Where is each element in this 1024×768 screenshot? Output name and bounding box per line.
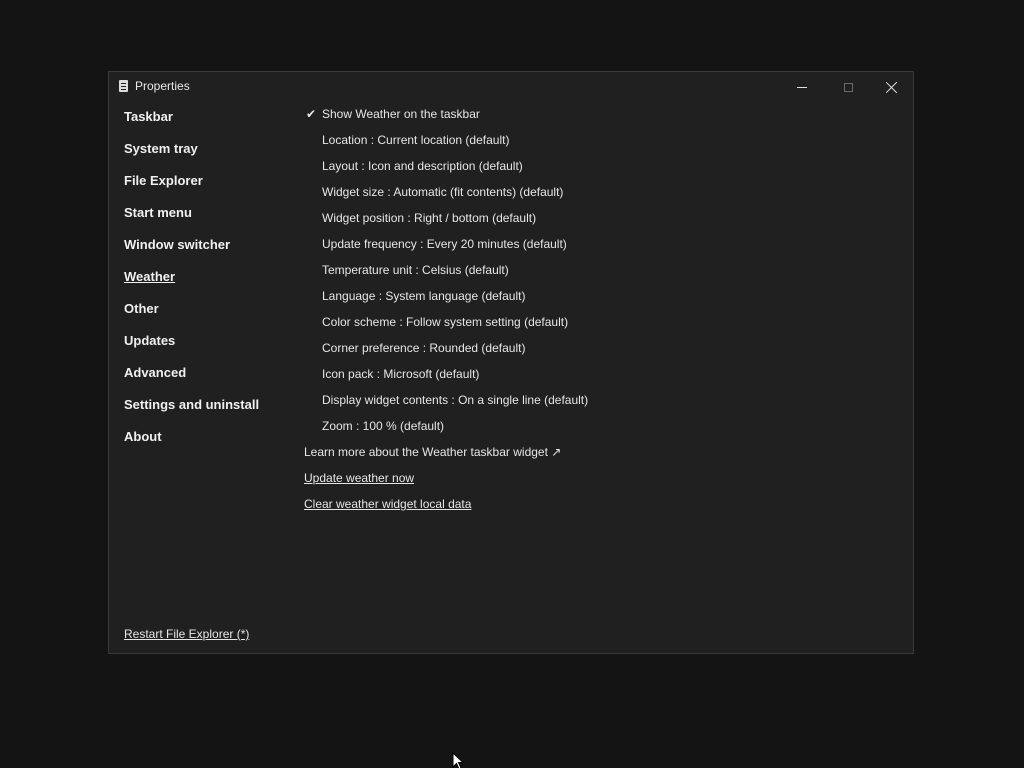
sidebar-item-start-menu[interactable]: Start menu: [124, 204, 294, 236]
sidebar-item-label: Window switcher: [124, 237, 231, 252]
sidebar-item-label: System tray: [124, 141, 198, 156]
update-weather-now-link[interactable]: Update weather now: [304, 470, 884, 496]
link-label: Update weather now: [304, 471, 415, 485]
sidebar-item-taskbar[interactable]: Taskbar: [124, 108, 294, 140]
sidebar-item-label: Settings and uninstall: [124, 397, 260, 412]
sidebar-item-window-switcher[interactable]: Window switcher: [124, 236, 294, 268]
option-label: Show Weather on the taskbar: [322, 107, 480, 121]
maximize-icon: [843, 82, 853, 92]
sidebar-item-label: Updates: [124, 333, 176, 348]
maximize-button[interactable]: [825, 72, 871, 102]
link-label: Clear weather widget local data: [304, 497, 472, 511]
option-zoom[interactable]: Zoom : 100 % (default): [304, 418, 884, 444]
option-label: Layout : Icon and description (default): [322, 159, 523, 173]
option-label: Corner preference : Rounded (default): [322, 341, 526, 355]
option-label: Location : Current location (default): [322, 133, 510, 147]
clear-weather-data-link[interactable]: Clear weather widget local data: [304, 496, 884, 522]
close-button[interactable]: [869, 72, 915, 102]
option-temperature-unit[interactable]: Temperature unit : Celsius (default): [304, 262, 884, 288]
option-label: Widget position : Right / bottom (defaul…: [322, 211, 537, 225]
sidebar-item-label: File Explorer: [124, 173, 203, 188]
sidebar-item-label: Weather: [124, 269, 176, 284]
sidebar-nav: Taskbar System tray File Explorer Start …: [124, 108, 294, 460]
minimize-button[interactable]: [779, 72, 825, 102]
link-label: Learn more about the Weather taskbar wid…: [304, 445, 562, 459]
window-title: Properties: [135, 79, 190, 93]
option-label: Language : System language (default): [322, 289, 526, 303]
sidebar-item-label: Other: [124, 301, 159, 316]
option-color-scheme[interactable]: Color scheme : Follow system setting (de…: [304, 314, 884, 340]
minimize-icon: [797, 86, 807, 88]
checkmark-icon: ✔: [306, 107, 317, 121]
sidebar-item-weather[interactable]: Weather: [124, 268, 294, 300]
sidebar-item-other[interactable]: Other: [124, 300, 294, 332]
sidebar-item-system-tray[interactable]: System tray: [124, 140, 294, 172]
option-corner-preference[interactable]: Corner preference : Rounded (default): [304, 340, 884, 366]
learn-more-link[interactable]: Learn more about the Weather taskbar wid…: [304, 444, 884, 470]
properties-window: Properties Taskbar System tray File Expl…: [108, 71, 914, 654]
sidebar-item-label: Advanced: [124, 365, 187, 380]
option-label: Temperature unit : Celsius (default): [322, 263, 509, 277]
sidebar-item-label: Taskbar: [124, 109, 173, 124]
option-update-frequency[interactable]: Update frequency : Every 20 minutes (def…: [304, 236, 884, 262]
option-label: Icon pack : Microsoft (default): [322, 367, 480, 381]
option-widget-size[interactable]: Widget size : Automatic (fit contents) (…: [304, 184, 884, 210]
close-icon: [886, 81, 898, 93]
sidebar-item-file-explorer[interactable]: File Explorer: [124, 172, 294, 204]
sidebar-item-label: Start menu: [124, 205, 192, 220]
title-bar[interactable]: Properties: [109, 72, 913, 102]
desktop: Properties Taskbar System tray File Expl…: [0, 0, 1024, 768]
option-label: Display widget contents : On a single li…: [322, 393, 589, 407]
restart-file-explorer-link[interactable]: Restart File Explorer (*): [124, 627, 249, 641]
option-widget-position[interactable]: Widget position : Right / bottom (defaul…: [304, 210, 884, 236]
option-display-widget-contents[interactable]: Display widget contents : On a single li…: [304, 392, 884, 418]
sidebar-item-updates[interactable]: Updates: [124, 332, 294, 364]
option-label: Zoom : 100 % (default): [322, 419, 445, 433]
option-location[interactable]: Location : Current location (default): [304, 132, 884, 158]
option-icon-pack[interactable]: Icon pack : Microsoft (default): [304, 366, 884, 392]
weather-settings-panel: ✔ Show Weather on the taskbar Location :…: [304, 106, 884, 522]
option-label: Update frequency : Every 20 minutes (def…: [322, 237, 567, 251]
properties-icon: [119, 80, 128, 92]
sidebar-item-label: About: [124, 429, 162, 444]
sidebar-item-settings-and-uninstall[interactable]: Settings and uninstall: [124, 396, 294, 428]
option-label: Color scheme : Follow system setting (de…: [322, 315, 569, 329]
option-language[interactable]: Language : System language (default): [304, 288, 884, 314]
sidebar-item-about[interactable]: About: [124, 428, 294, 460]
sidebar-item-advanced[interactable]: Advanced: [124, 364, 294, 396]
show-weather-toggle[interactable]: ✔ Show Weather on the taskbar: [304, 106, 884, 132]
option-layout[interactable]: Layout : Icon and description (default): [304, 158, 884, 184]
option-label: Widget size : Automatic (fit contents) (…: [322, 185, 564, 199]
